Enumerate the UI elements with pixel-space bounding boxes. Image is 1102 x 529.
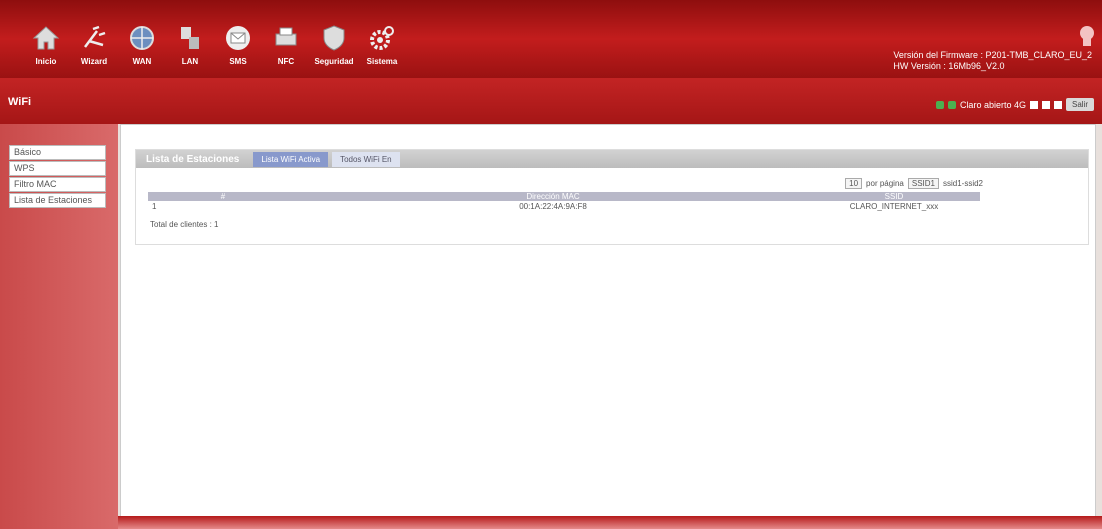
gear-icon (367, 23, 397, 53)
home-icon (31, 23, 61, 53)
nav-lan-label: LAN (181, 57, 199, 66)
total-clients: Total de clientes : 1 (150, 220, 219, 229)
signal-icon (935, 100, 944, 109)
nav-wizard-button[interactable]: Wizard (72, 14, 116, 66)
nav-system-button[interactable]: Sistema (360, 14, 404, 66)
nav-nfc-label: NFC (277, 57, 295, 66)
mail-icon (223, 23, 253, 53)
globe-icon (127, 23, 157, 53)
firmware-version: Versión del Firmware : P201-TMB_CLARO_EU… (893, 50, 1092, 60)
section-title: WiFi (8, 96, 32, 108)
main-content: Lista de Estaciones Lista WiFi Activa To… (120, 124, 1096, 518)
network-icon (947, 100, 956, 109)
cell-ssid: CLARO_INTERNET_xxx (849, 202, 939, 211)
logout-button[interactable]: Salir (1065, 98, 1094, 111)
status-area: Claro abierto 4G Salir (935, 98, 1094, 111)
column-header-mac[interactable]: Dirección MAC (298, 192, 808, 201)
per-page-label: por página (866, 179, 904, 188)
sidebar-item-mac-filter[interactable]: Filtro MAC (9, 177, 106, 192)
nav-wizard-label: Wizard (80, 57, 108, 66)
table-controls: 10 por página SSID1 ssid1-ssid2 (845, 178, 983, 189)
table-header-row: # Dirección MAC SSID (148, 192, 980, 201)
nav-wan-label: WAN (132, 57, 152, 66)
cell-mac: 00:1A:22:4A:9A:F8 (519, 202, 587, 211)
sidebar-item-station-list[interactable]: Lista de Estaciones (9, 193, 106, 208)
hardware-version: HW Versión : 16Mb96_V2.0 (893, 61, 1005, 71)
sidebar-item-basic[interactable]: Básico (9, 145, 106, 160)
nav-home-button[interactable]: Inicio (24, 14, 68, 66)
tab-active-wifi-list[interactable]: Lista WiFi Activa (253, 151, 329, 167)
section-header-bar: WiFi Claro abierto 4G Salir (0, 78, 1102, 124)
top-navigation-bar: Inicio Wizard WAN LAN SMS NFC Seguridad … (0, 0, 1102, 78)
nav-icon-group: Inicio Wizard WAN LAN SMS NFC Seguridad … (24, 14, 404, 66)
nav-lan-button[interactable]: LAN (168, 14, 212, 66)
lan-icon (175, 23, 205, 53)
printer-icon (271, 23, 301, 53)
station-table: # Dirección MAC SSID 1 00:1A:22:4A:9A:F8… (148, 192, 980, 212)
sidebar-item-wps[interactable]: WPS (9, 161, 106, 176)
nav-home-label: Inicio (35, 57, 57, 66)
wifi-icon (1053, 100, 1062, 109)
sidebar-menu: Básico WPS Filtro MAC Lista de Estacione… (9, 145, 106, 209)
wizard-icon (79, 23, 109, 53)
device-info: Versión del Firmware : P201-TMB_CLARO_EU… (893, 50, 1092, 72)
nav-sms-label: SMS (229, 57, 247, 66)
nav-wan-button[interactable]: WAN (120, 14, 164, 66)
table-row[interactable]: 1 00:1A:22:4A:9A:F8 CLARO_INTERNET_xxx (148, 201, 980, 212)
bottom-bar (118, 516, 1102, 529)
status-text: Claro abierto 4G (959, 99, 1026, 110)
ssid-filter-select[interactable]: SSID1 (907, 178, 939, 189)
per-page-select[interactable]: 10 (845, 178, 863, 189)
message-icon (1041, 100, 1050, 109)
nav-sms-button[interactable]: SMS (216, 14, 260, 66)
column-header-index[interactable]: # (148, 192, 298, 201)
ssid-filter-label: ssid1-ssid2 (942, 179, 983, 188)
sim-icon (1029, 100, 1038, 109)
station-list-panel: Lista de Estaciones Lista WiFi Activa To… (135, 149, 1089, 245)
panel-title: Lista de Estaciones (146, 153, 240, 165)
panel-header: Lista de Estaciones Lista WiFi Activa To… (136, 150, 1088, 168)
nav-security-button[interactable]: Seguridad (312, 14, 356, 66)
cell-index: 1 (152, 202, 157, 211)
column-header-ssid[interactable]: SSID (808, 192, 980, 201)
nav-system-label: Sistema (366, 57, 398, 66)
tab-all-wifi[interactable]: Todos WiFi En (332, 151, 400, 167)
claro-logo (1080, 26, 1094, 46)
nav-nfc-button[interactable]: NFC (264, 14, 308, 66)
shield-icon (319, 23, 349, 53)
nav-security-label: Seguridad (314, 57, 354, 66)
